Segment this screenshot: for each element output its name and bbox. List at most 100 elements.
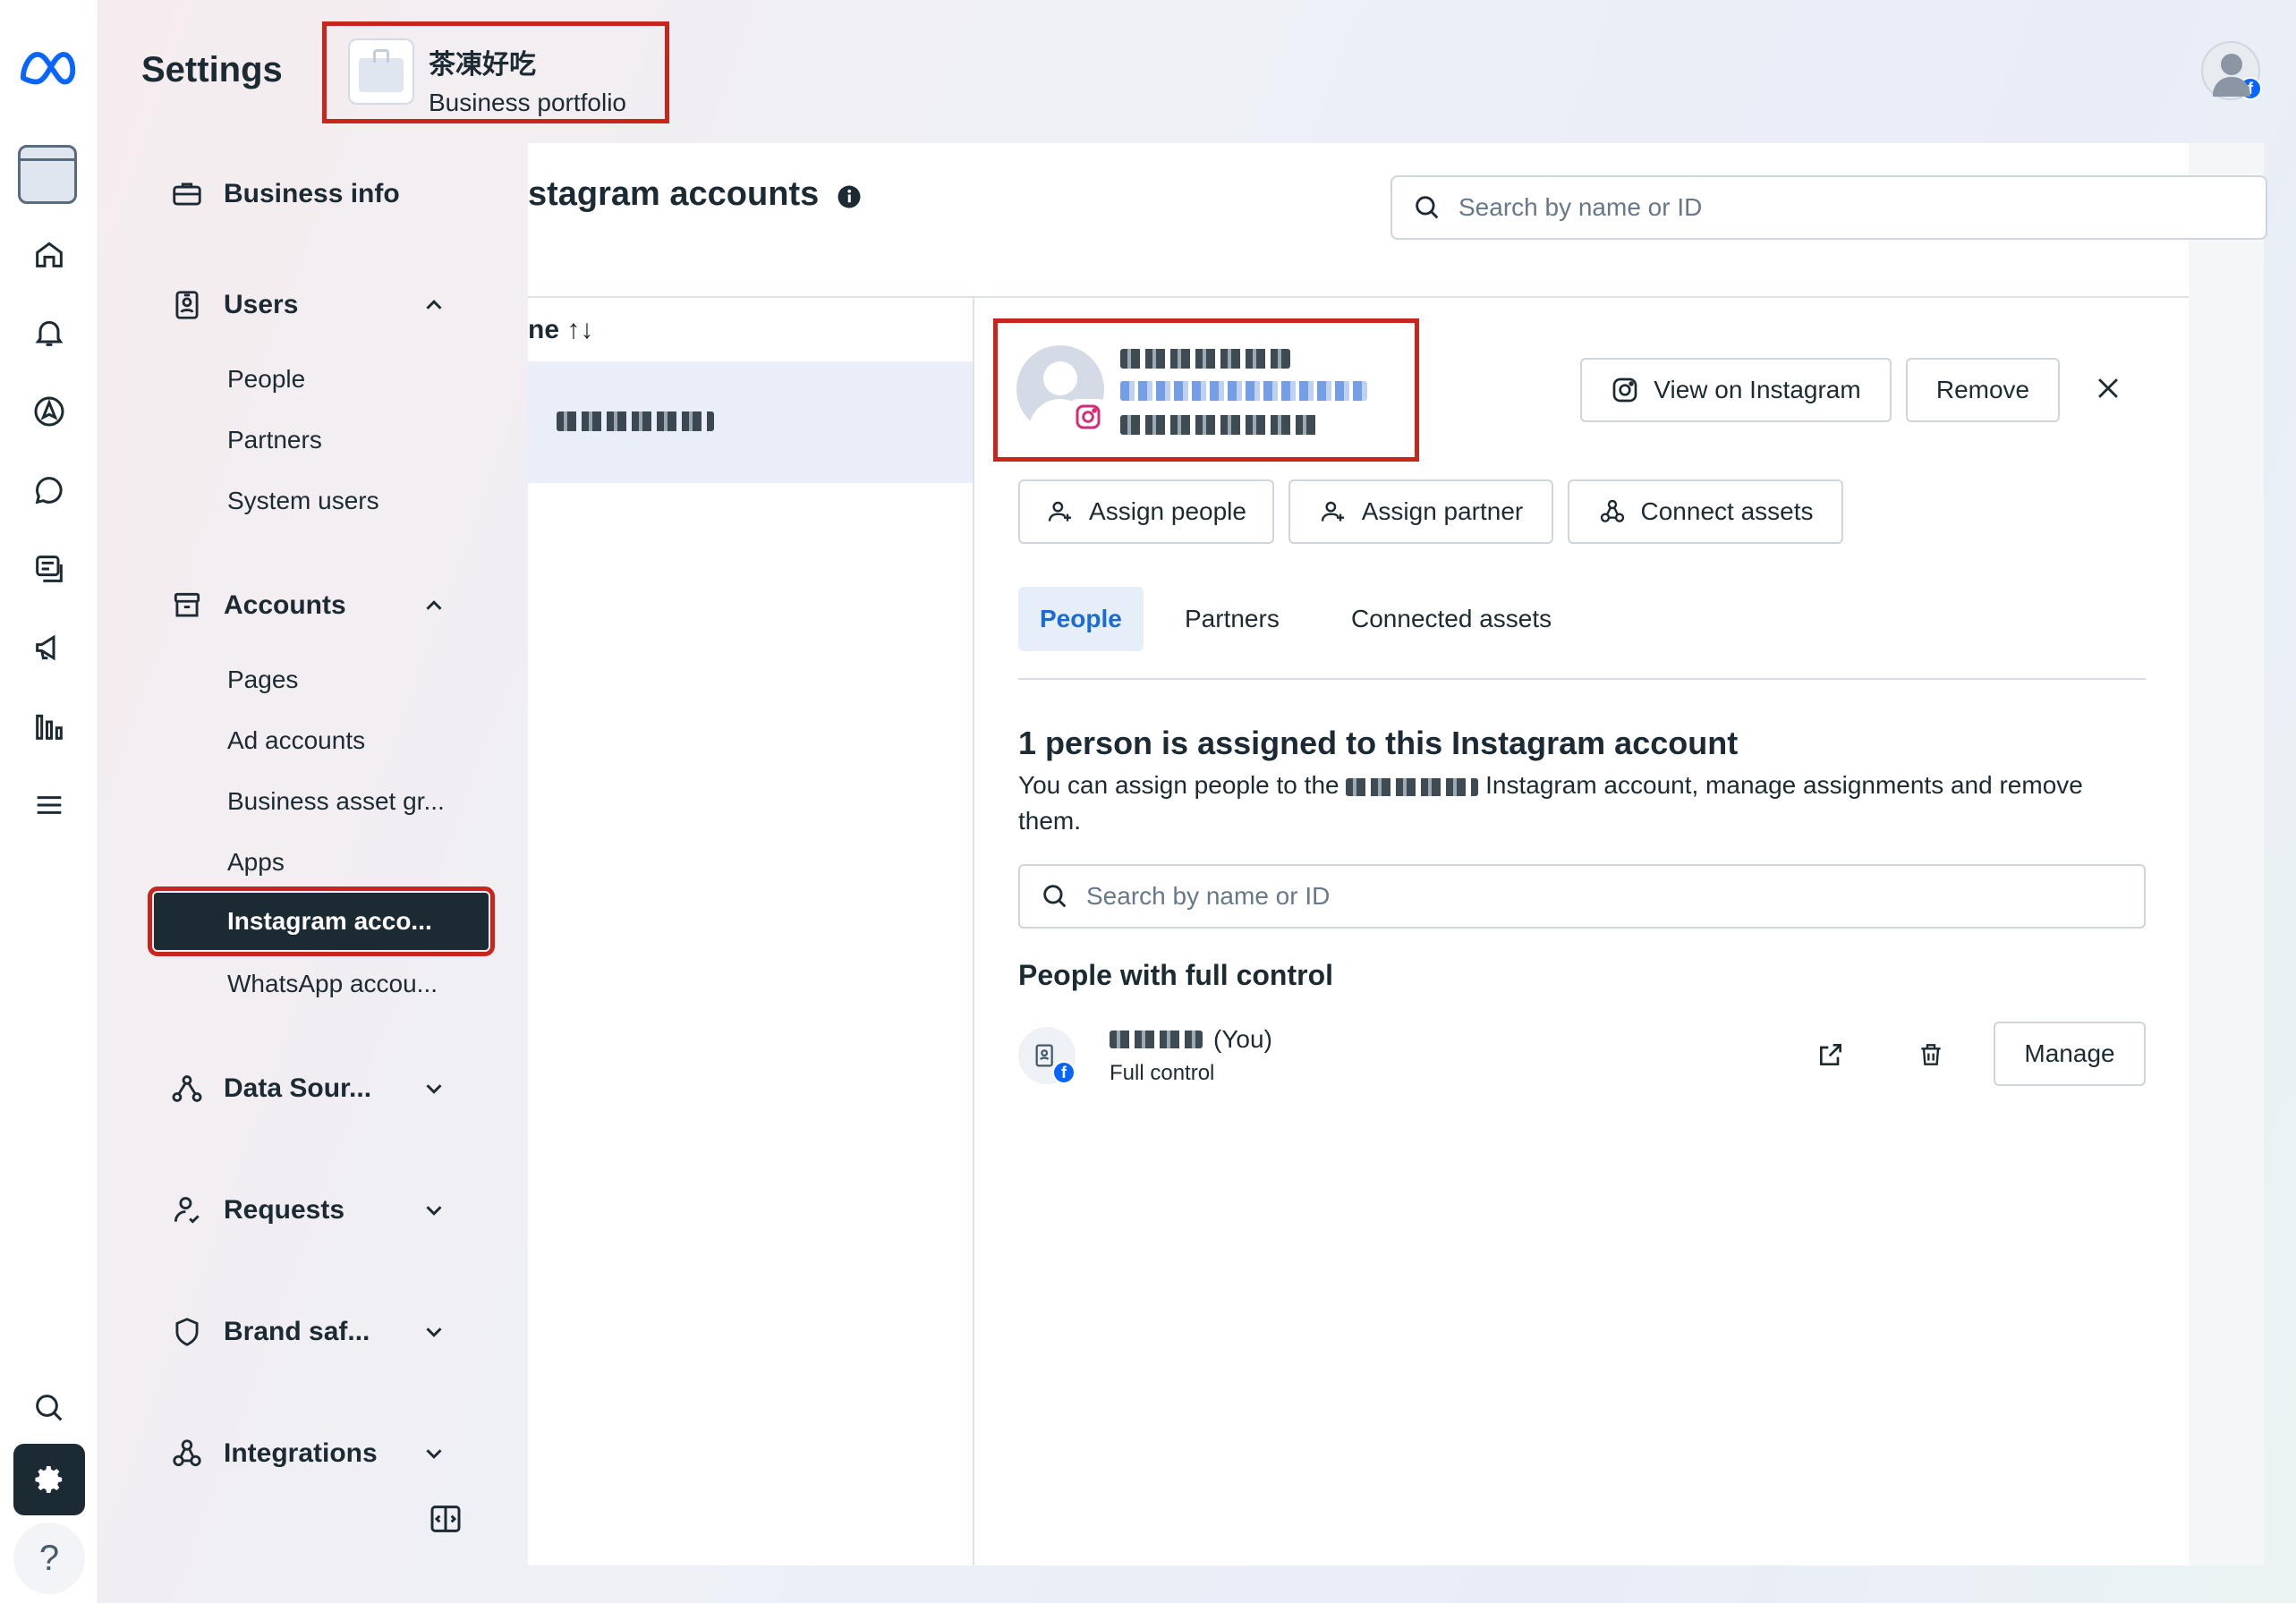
name-column-header[interactable]: ne ↑↓ <box>528 315 593 345</box>
assignment-description: You can assign people to the Instagram a… <box>1018 768 2146 839</box>
full-control-section-title: People with full control <box>1018 959 1333 991</box>
view-on-instagram-button[interactable]: View on Instagram <box>1580 358 1892 422</box>
button-label: Connect assets <box>1640 497 1814 525</box>
nav-sub-ad-accounts[interactable]: Ad accounts <box>227 726 365 755</box>
nav-sub-whatsapp-accounts[interactable]: WhatsApp accou... <box>227 970 438 998</box>
people-search-box[interactable] <box>1018 864 2146 929</box>
search-icon[interactable] <box>24 1383 74 1433</box>
portfolio-subtitle: Business portfolio <box>429 89 627 116</box>
instagram-icon <box>1612 377 1637 403</box>
nav-label: Brand saf... <box>224 1317 370 1346</box>
nav-users[interactable]: Users <box>170 288 298 322</box>
people-search-input[interactable] <box>1086 882 2071 911</box>
chevron-down-icon[interactable] <box>421 1197 447 1224</box>
archive-icon <box>174 592 200 617</box>
briefcase-icon <box>173 182 201 206</box>
button-label: Assign partner <box>1361 497 1524 525</box>
tab-people[interactable]: People <box>1018 587 1144 651</box>
briefcase-icon <box>348 38 414 105</box>
portfolio-name: 茶凍好吃 <box>429 50 536 80</box>
account-username-redacted <box>1120 349 1290 369</box>
description-text: You can assign people to the <box>1018 771 1339 799</box>
chevron-down-icon[interactable] <box>421 1075 447 1102</box>
page-title: stagram accounts <box>528 175 820 213</box>
page-header-title: Settings <box>141 50 283 89</box>
settings-gear-icon[interactable] <box>13 1444 85 1515</box>
collapse-sidebar-icon[interactable] <box>428 1501 463 1537</box>
person-role: Full control <box>1110 1061 1215 1085</box>
chat-icon[interactable] <box>24 465 74 515</box>
assignment-heading: 1 person is assigned to this Instagram a… <box>1018 725 1739 761</box>
nav-sub-system-users[interactable]: System users <box>227 487 379 515</box>
nav-brand-safety[interactable]: Brand saf... <box>170 1315 370 1349</box>
tab-partners[interactable]: Partners <box>1163 587 1301 651</box>
integrations-icon <box>173 1439 201 1467</box>
account-name-redacted <box>1346 777 1479 796</box>
button-label: Assign people <box>1089 497 1246 525</box>
connect-assets-button[interactable]: Connect assets <box>1568 479 1843 544</box>
account-name-redacted <box>557 411 714 431</box>
nav-sub-business-asset-groups[interactable]: Business asset gr... <box>227 787 445 816</box>
nav-sub-partners[interactable]: Partners <box>227 426 322 454</box>
nav-business-info[interactable]: Business info <box>170 177 400 211</box>
nav-sub-pages[interactable]: Pages <box>227 666 298 694</box>
nav-sub-apps[interactable]: Apps <box>227 848 285 877</box>
content-icon[interactable] <box>24 544 74 594</box>
menu-icon[interactable] <box>24 780 74 830</box>
navigation-icon[interactable] <box>24 386 74 437</box>
nav-label: Requests <box>224 1195 345 1225</box>
external-link-icon[interactable] <box>1811 1035 1850 1074</box>
column-divider <box>973 297 974 1565</box>
instagram-icon <box>1070 399 1106 435</box>
accounts-search-input[interactable] <box>1458 193 2174 222</box>
accounts-search-box[interactable] <box>1390 175 2267 240</box>
id-badge-icon <box>175 291 199 319</box>
button-label: Remove <box>1935 376 2030 403</box>
nav-data-sources[interactable]: Data Sour... <box>170 1072 371 1106</box>
facebook-badge-icon: f <box>1052 1061 1076 1084</box>
button-label: View on Instagram <box>1654 376 1861 403</box>
assign-partner-button[interactable]: Assign partner <box>1288 479 1553 544</box>
shield-icon <box>175 1318 199 1346</box>
chevron-down-icon[interactable] <box>421 1440 447 1467</box>
trash-icon[interactable] <box>1911 1035 1951 1074</box>
meta-logo-icon[interactable] <box>18 41 81 91</box>
search-icon <box>1043 885 1067 908</box>
divider <box>528 296 2189 298</box>
nav-label: Data Sour... <box>224 1073 372 1103</box>
nav-accounts[interactable]: Accounts <box>170 589 346 623</box>
help-icon[interactable]: ? <box>13 1522 85 1594</box>
home-icon[interactable] <box>24 229 74 279</box>
info-icon[interactable] <box>836 183 863 210</box>
nav-sub-people[interactable]: People <box>227 365 305 394</box>
remove-button[interactable]: Remove <box>1906 358 2060 422</box>
person-add-icon <box>1321 501 1344 522</box>
nav-integrations[interactable]: Integrations <box>170 1437 378 1471</box>
assign-people-button[interactable]: Assign people <box>1018 479 1274 544</box>
nav-requests[interactable]: Requests <box>170 1193 344 1227</box>
person-check-icon <box>174 1197 200 1224</box>
tab-connected-assets[interactable]: Connected assets <box>1330 587 1573 651</box>
nav-label: Accounts <box>224 590 346 620</box>
person-add-icon <box>1048 501 1072 522</box>
portfolio-switcher[interactable]: 茶凍好吃 Business portfolio <box>322 21 669 123</box>
nav-sub-instagram-accounts-label[interactable]: Instagram acco... <box>227 907 432 936</box>
account-id-redacted[interactable] <box>1120 381 1367 401</box>
user-avatar[interactable]: f <box>2201 41 2262 100</box>
chevron-down-icon[interactable] <box>421 1319 447 1345</box>
chevron-up-icon[interactable] <box>421 592 447 619</box>
nav-label: Users <box>224 290 299 319</box>
tab-divider <box>1018 678 2146 680</box>
connect-assets-icon <box>1600 499 1624 522</box>
chevron-up-icon[interactable] <box>421 292 447 318</box>
manage-button[interactable]: Manage <box>1994 1022 2146 1086</box>
main-panel-edge <box>2189 143 2264 1565</box>
bell-icon[interactable] <box>24 308 74 358</box>
megaphone-icon[interactable] <box>24 623 74 673</box>
portfolio-icon[interactable] <box>18 145 77 204</box>
nav-label: Integrations <box>224 1438 378 1468</box>
insights-icon[interactable] <box>24 701 74 751</box>
close-icon[interactable] <box>2085 365 2131 411</box>
you-label: (You) <box>1213 1025 1272 1053</box>
search-icon <box>1416 196 1439 219</box>
